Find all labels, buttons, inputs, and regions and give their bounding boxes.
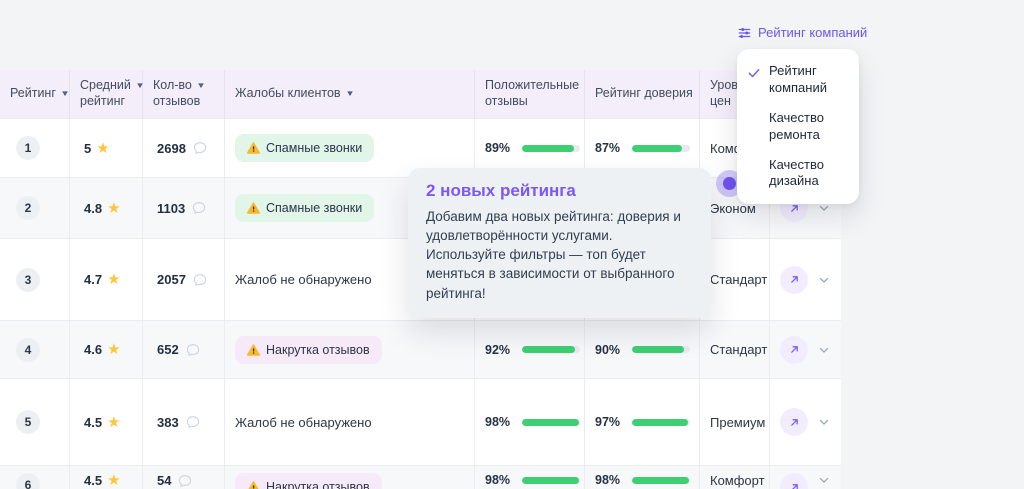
chat-icon [186, 343, 199, 356]
open-company-button[interactable] [780, 408, 808, 436]
column-header-avg-rating[interactable]: Средний ▼ рейтинг [70, 70, 145, 118]
chat-icon [193, 273, 207, 286]
ratings-page: Рейтинг ▼ Средний ▼ рейтинг Кол-во ▼ отзыво… [0, 0, 1024, 489]
arrow-up-right-icon [790, 276, 798, 283]
sort-icon[interactable]: ▼ [196, 81, 206, 91]
chat-icon [193, 142, 207, 155]
progress-bar [632, 418, 690, 426]
chevron-down-icon[interactable] [817, 273, 831, 287]
rating-filter-label: Рейтинг компаний [758, 25, 868, 40]
chat-icon [179, 475, 192, 488]
chevron-down-icon[interactable] [817, 473, 831, 487]
column-header-positive-reviews: Положительные отзывы [475, 70, 585, 118]
no-complaints-text: Жалоб не обнаружено [235, 272, 372, 287]
column-header-reviews-count[interactable]: Кол-во ▼ отзывов [143, 70, 225, 118]
tooltip-body: Добавим два новых рейтинга: доверия и уд… [426, 209, 681, 301]
column-header-rating[interactable]: Рейтинг ▼ [0, 70, 70, 118]
rating-filter-button[interactable]: Рейтинг компаний [731, 24, 873, 41]
progress-bar [522, 418, 580, 426]
chevron-down-icon[interactable] [817, 415, 831, 429]
star-icon: ★ [107, 472, 121, 489]
star-icon: ★ [107, 413, 121, 431]
progress-bar [522, 346, 580, 353]
progress-bar [632, 144, 690, 152]
sort-icon[interactable]: ▼ [135, 81, 145, 91]
complaint-badge: Спамные звонки [235, 134, 375, 162]
open-company-button[interactable] [780, 473, 808, 489]
complaint-badge: Накрутка отзывов [235, 335, 382, 364]
rank-badge: 2 [16, 196, 40, 220]
chat-icon [193, 202, 206, 215]
table-row: 5 4.5 ★ 383 Жалоб не обнаружено 98% 97% П… [0, 378, 841, 465]
progress-bar [522, 476, 580, 484]
warning-icon [248, 481, 259, 489]
menu-item-repair-quality[interactable]: Качество ремонта [749, 110, 847, 144]
progress-bar [522, 144, 580, 152]
star-icon: ★ [107, 271, 121, 288]
chat-icon [186, 416, 199, 429]
warning-icon [247, 343, 260, 356]
rating-dropdown-menu: Рейтинг компаний Качество ремонта Качест… [737, 49, 859, 205]
sort-icon[interactable]: ▼ [345, 89, 355, 99]
sliders-icon [738, 27, 751, 38]
sort-icon[interactable]: ▼ [60, 89, 70, 99]
menu-item-design-quality[interactable]: Качество дизайна [749, 157, 847, 191]
star-icon: ★ [96, 139, 110, 157]
column-header-complaints[interactable]: Жалобы клиентов ▼ [225, 70, 475, 118]
progress-bar [632, 346, 690, 353]
rank-badge: 4 [16, 337, 40, 362]
column-header-trust-rating: Рейтинг доверия [585, 70, 700, 118]
arrow-up-right-icon [790, 418, 798, 426]
check-icon [747, 66, 761, 80]
no-complaints-text: Жалоб не обнаружено [235, 414, 372, 430]
rank-badge: 1 [16, 136, 40, 160]
warning-icon [247, 142, 260, 154]
warning-icon [247, 202, 260, 214]
arrow-up-right-icon [790, 346, 798, 353]
onboarding-tooltip: 2 новых рейтинга Добавим два новых рейти… [408, 168, 711, 318]
tooltip-title: 2 новых рейтинга [426, 181, 576, 200]
chevron-down-icon[interactable] [817, 343, 831, 357]
star-icon: ★ [107, 341, 121, 358]
tooltip-anchor-dot-core [723, 177, 736, 190]
progress-bar [632, 476, 690, 484]
rank-badge: 3 [16, 267, 40, 292]
star-icon: ★ [107, 199, 121, 217]
table-row: 4 4.6 ★ 652 Накрутка отзывов 92% 90% Стан… [0, 320, 841, 378]
rank-badge: 5 [16, 410, 40, 434]
arrow-up-right-icon [791, 483, 798, 489]
open-company-button[interactable] [780, 265, 808, 294]
open-company-button[interactable] [780, 335, 808, 364]
complaint-badge: Спамные звонки [235, 194, 375, 222]
menu-item-rating-companies[interactable]: Рейтинг компаний [747, 63, 847, 97]
table-header-row: Рейтинг ▼ Средний ▼ рейтинг Кол-во ▼ отзыво… [0, 70, 841, 118]
rank-badge: 6 [16, 473, 40, 489]
table-row: 6 4.5 ★ 54 Накрутка отзывов 98% 98% Комфо… [0, 465, 841, 489]
complaint-badge: Накрутка отзывов [235, 473, 382, 489]
